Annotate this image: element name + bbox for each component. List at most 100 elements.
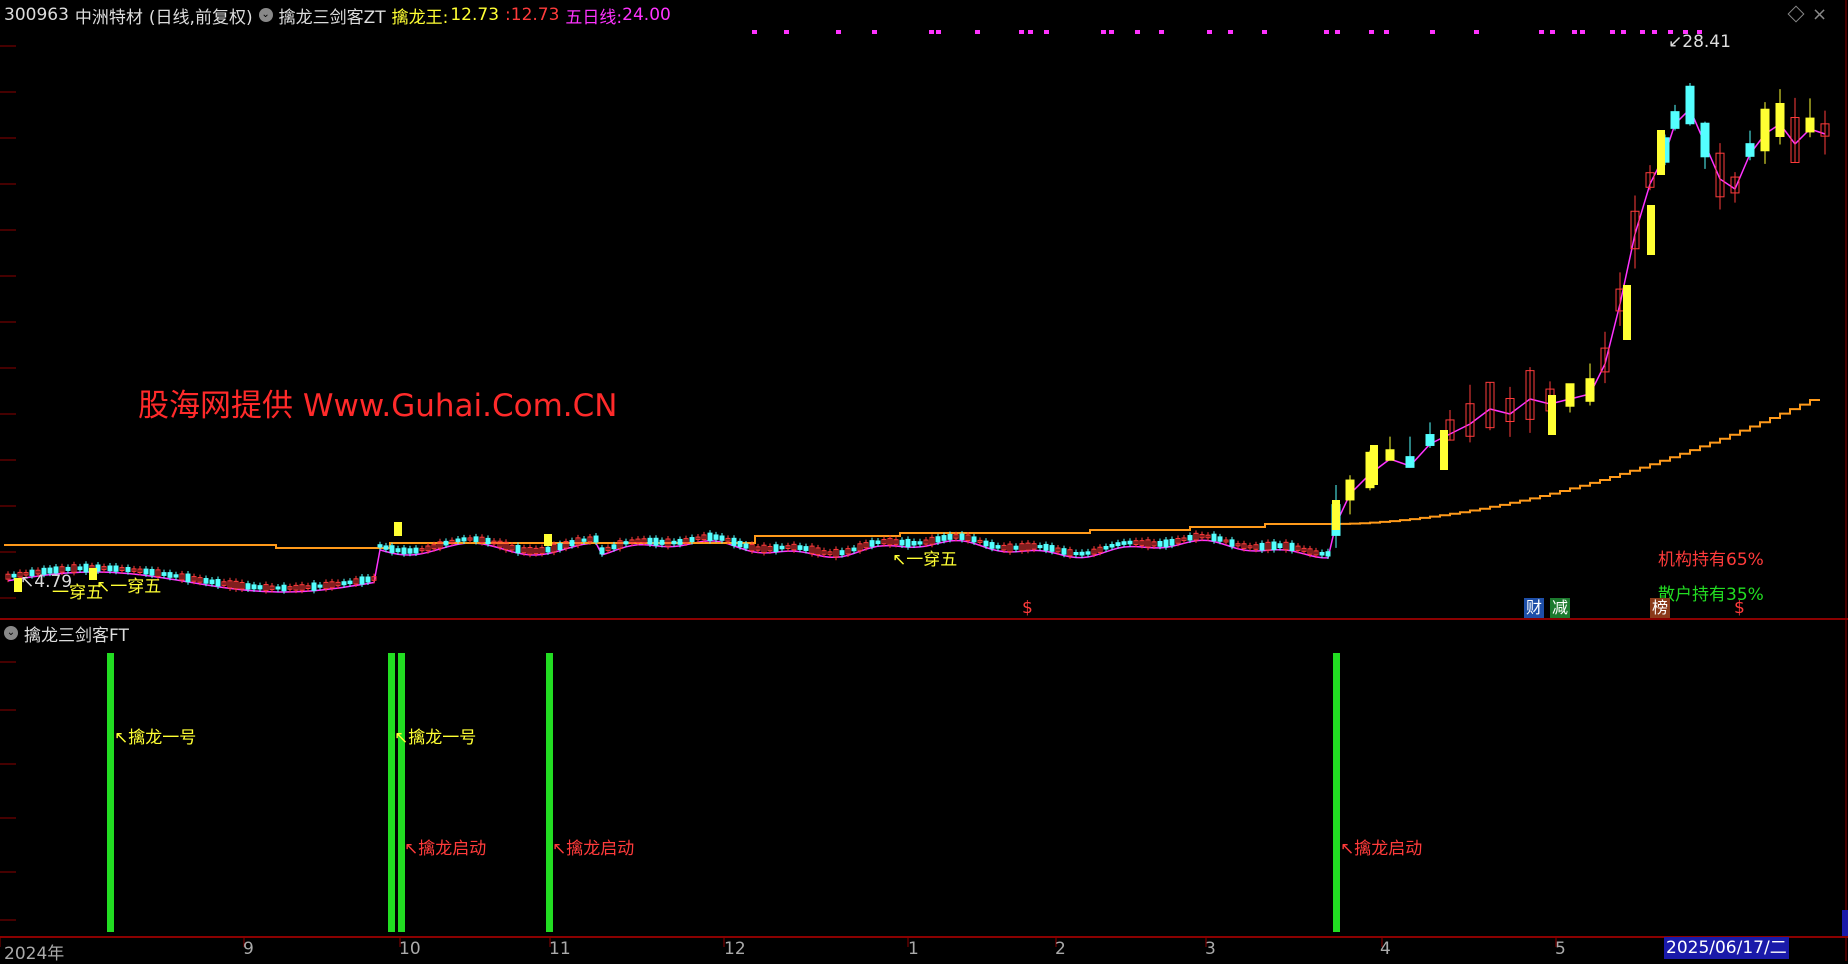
candle-body-68: [413, 547, 419, 554]
candle-body-174: [1049, 545, 1055, 552]
stock-name: 中洲特材: [74, 7, 143, 28]
candle-body-222: [1345, 479, 1355, 501]
signal-candle-6: [1440, 430, 1448, 470]
candle-body-178: [1073, 552, 1079, 556]
top-dot-30: [1652, 30, 1657, 34]
ma5-value: 24.00: [622, 5, 671, 25]
candle-body-240: [1670, 111, 1680, 129]
circle-collapse-icon[interactable]: ⌄: [4, 626, 18, 640]
candle-body-157: [947, 533, 953, 540]
signal-bar-1: [388, 653, 395, 932]
signal-qinlong-yihao-2: ↖擒龙一号: [394, 728, 477, 748]
candle-body-66: [401, 547, 407, 555]
signal-candle-7: [1548, 395, 1556, 435]
candle-body-117: [707, 532, 713, 542]
indicator-name[interactable]: 擒龙三剑客ZT: [279, 3, 386, 28]
top-dot-20: [1384, 30, 1389, 34]
candle-body-214: [1289, 542, 1295, 552]
signal-candle-2: [394, 522, 402, 536]
circle-collapse-icon[interactable]: ⌄: [258, 8, 273, 22]
candle-body-172: [1037, 545, 1043, 549]
signal-candle-8: [1623, 285, 1631, 340]
sub-indicator-name[interactable]: 擒龙三剑客FT: [24, 621, 129, 646]
candle-body-64: [389, 545, 395, 553]
candle-body-209: [1259, 542, 1265, 551]
signal-candle-5: [1370, 445, 1378, 485]
top-dot-25: [1572, 30, 1577, 34]
candle-body-212: [1277, 543, 1283, 549]
candle-body-133: [803, 546, 809, 552]
candle-body-173: [1043, 543, 1049, 551]
candle-body-41: [251, 584, 257, 590]
candle-body-80: [485, 537, 491, 545]
candle-body-165: [995, 545, 1001, 549]
candle-body-108: [653, 537, 659, 546]
close-icon[interactable]: ×: [1812, 4, 1827, 25]
signal-qidong-3: ↖擒龙启动: [1340, 839, 1423, 859]
ma5-label: 五日线:: [565, 7, 623, 28]
candle-body-180: [1085, 551, 1091, 555]
current-date-badge[interactable]: 2025/06/17/二: [1664, 937, 1789, 959]
badge-jian[interactable]: 减: [1550, 598, 1571, 618]
top-dot-4: [929, 30, 934, 34]
candle-body-1: [11, 573, 17, 578]
x-label-8: 4: [1380, 939, 1391, 959]
candle-body-51: [311, 582, 317, 591]
top-dot-27: [1610, 30, 1615, 34]
candle-body-67: [407, 548, 413, 554]
candle-body-17: [107, 565, 113, 572]
x-label-3: 11: [549, 939, 571, 959]
candle-body-220: [1325, 551, 1331, 557]
candle-body-247: [1775, 102, 1785, 138]
candle-body-183: [1103, 545, 1109, 550]
candle-body-35: [215, 578, 221, 587]
candle-body-114: [689, 537, 695, 543]
qlw-value-2: 12.73: [510, 5, 560, 25]
candle-body-45: [275, 586, 281, 590]
candle-body-201: [1211, 533, 1217, 542]
candle-body-40: [245, 583, 251, 590]
period-label: (日线,前复权): [148, 7, 253, 28]
candle-body-128: [773, 544, 779, 553]
candle-body-59: [359, 576, 365, 585]
candle-body-63: [383, 545, 389, 550]
candle-body-20: [125, 566, 131, 573]
dollar-marker-2[interactable]: $: [1734, 598, 1745, 618]
candle-body-145: [875, 540, 881, 545]
candle-body-242: [1700, 122, 1710, 158]
candle-body-101: [611, 544, 617, 550]
candle-body-13: [83, 563, 89, 573]
candle-body-118: [713, 534, 719, 540]
top-dot-1: [784, 30, 789, 34]
candle-body-96: [581, 538, 587, 542]
candle-body-52: [317, 584, 323, 588]
candle-body-152: [917, 541, 923, 545]
top-dot-2: [836, 30, 841, 34]
candle-body-129: [779, 545, 785, 550]
candle-body-168: [1013, 545, 1019, 550]
candle-body-225: [1405, 456, 1415, 468]
top-dot-6: [975, 30, 980, 34]
signal-candle-3: [544, 534, 552, 546]
institution-holding: 机构持有65%: [1658, 550, 1764, 570]
kline-chart[interactable]: [0, 0, 1848, 961]
signal-qidong-2: ↖擒龙启动: [552, 839, 635, 859]
yichuanwu-label-3: ↖一穿五: [892, 550, 958, 570]
candle-body-249: [1805, 117, 1815, 133]
dollar-marker-1[interactable]: $: [1022, 598, 1033, 618]
badge-bang[interactable]: 榜: [1650, 598, 1671, 618]
candle-body-164: [989, 542, 995, 549]
high-price-label: ↙28.41: [1668, 32, 1731, 52]
signal-candle-10: [1657, 130, 1665, 175]
candle-body-234: [1585, 378, 1595, 402]
top-dot-14: [1207, 30, 1212, 34]
ma5-line: [7, 107, 1826, 593]
badge-cai[interactable]: 财: [1524, 598, 1545, 618]
candle-body-179: [1079, 551, 1085, 556]
candle-body-57: [347, 580, 353, 585]
candle-body-241: [1685, 85, 1695, 125]
signal-bar-2: [398, 653, 405, 932]
candle-body-155: [935, 536, 941, 543]
candle-body-139: [839, 550, 845, 556]
top-dot-12: [1135, 30, 1140, 34]
